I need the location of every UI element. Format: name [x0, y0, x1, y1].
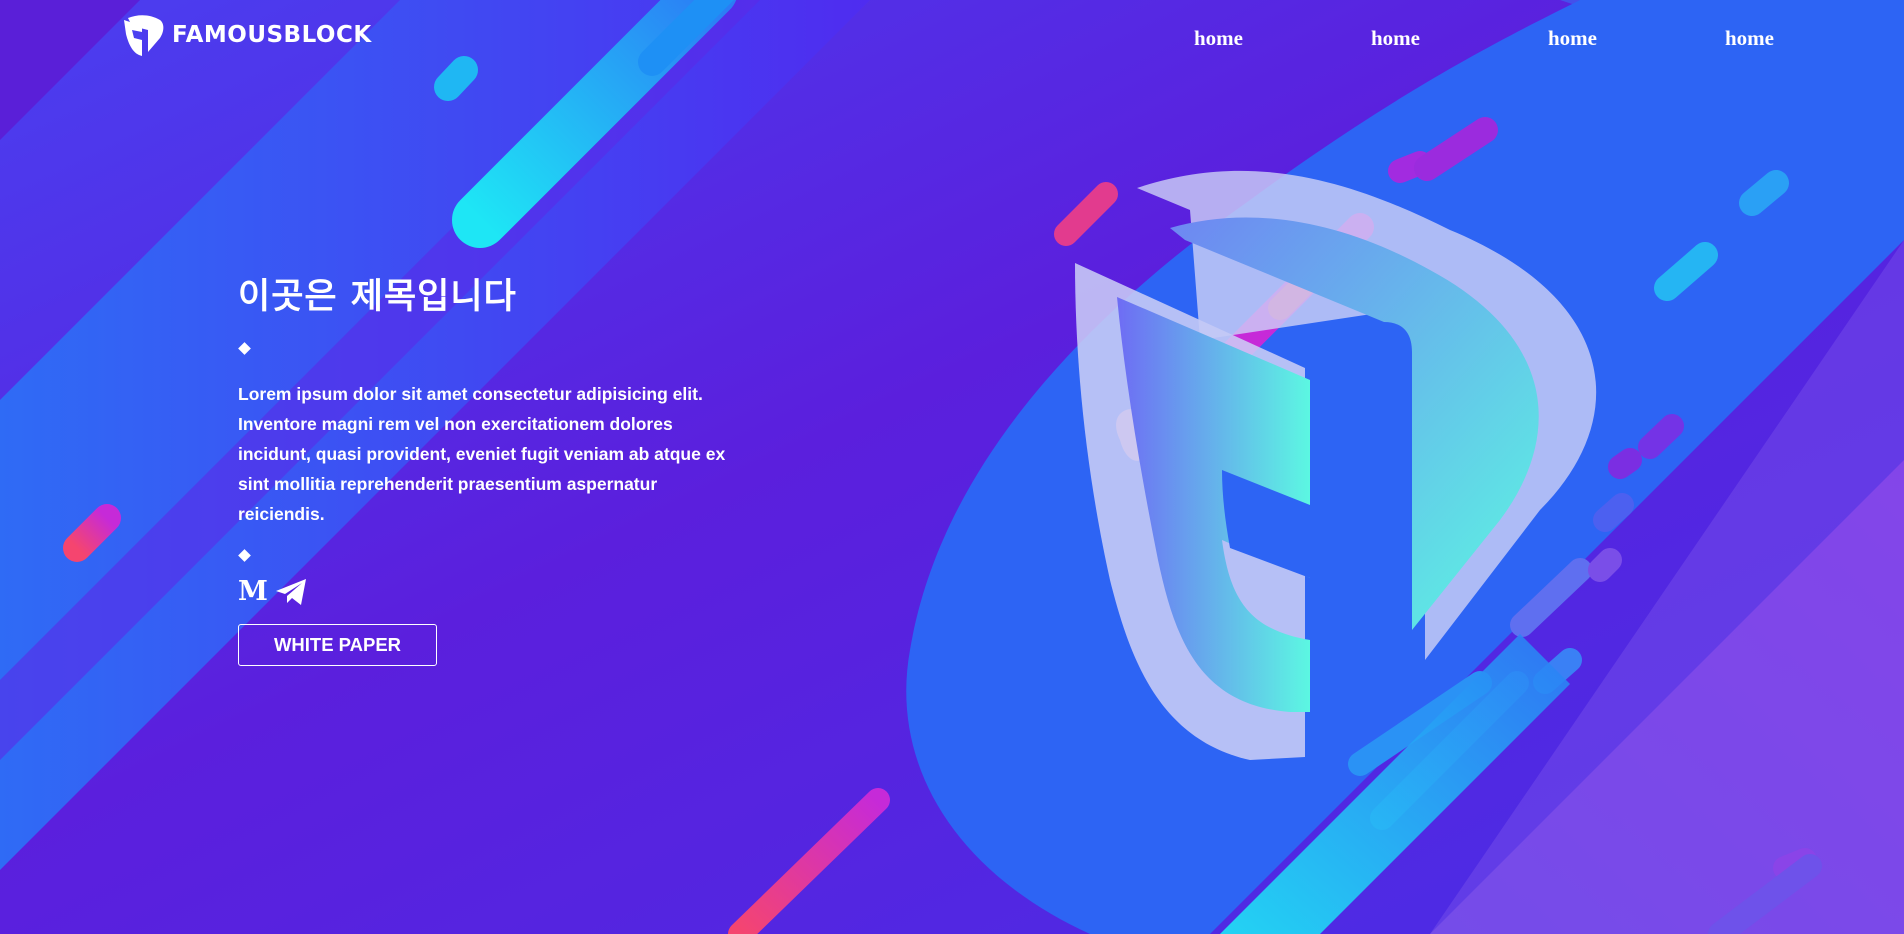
- main-menu: home home home home: [1130, 26, 1838, 51]
- telegram-icon[interactable]: [275, 578, 308, 606]
- hero-content: 이곳은 제목입니다 Lorem ipsum dolor sit amet con…: [238, 272, 758, 666]
- nav-item-home-3[interactable]: home: [1484, 26, 1661, 51]
- brand-logo[interactable]: FAMOUSBLOCK: [122, 12, 372, 58]
- diamond-divider: [238, 549, 251, 562]
- diamond-divider: [238, 342, 251, 355]
- nav-item-home-4[interactable]: home: [1661, 26, 1838, 51]
- nav-item-home-1[interactable]: home: [1130, 26, 1307, 51]
- hero-title: 이곳은 제목입니다: [238, 277, 517, 317]
- white-paper-button[interactable]: WHITE PAPER: [238, 624, 437, 666]
- logo-f-icon: [124, 15, 164, 56]
- top-navigation: FAMOUSBLOCK home home home home: [0, 0, 1904, 76]
- brand-name: FAMOUSBLOCK: [172, 22, 372, 48]
- medium-icon[interactable]: M: [238, 577, 268, 607]
- social-links: M: [238, 574, 758, 610]
- nav-item-home-2[interactable]: home: [1307, 26, 1484, 51]
- hero-description: Lorem ipsum dolor sit amet consectetur a…: [238, 384, 726, 524]
